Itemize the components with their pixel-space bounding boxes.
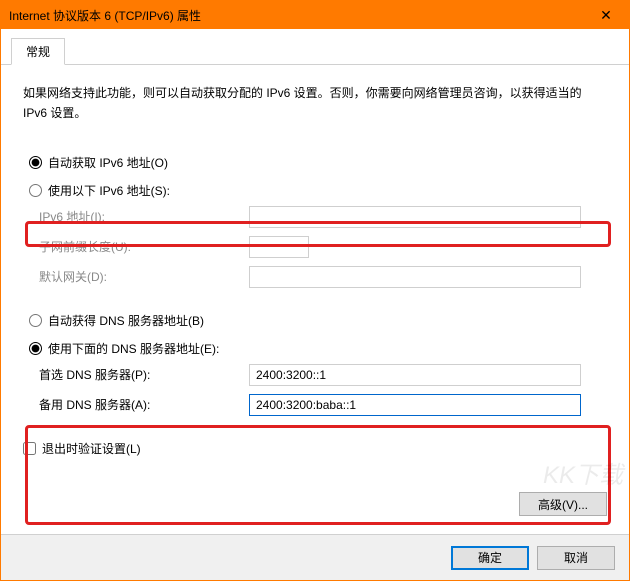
dns-preferred-row: 首选 DNS 服务器(P): bbox=[39, 360, 607, 390]
tab-general[interactable]: 常规 bbox=[11, 38, 65, 65]
dns-auto-radio-row[interactable]: 自动获得 DNS 服务器地址(B) bbox=[29, 310, 607, 332]
ok-button[interactable]: 确定 bbox=[451, 546, 529, 570]
ip-prefix-input bbox=[249, 236, 309, 258]
window: Internet 协议版本 6 (TCP/IPv6) 属性 ✕ 常规 如果网络支… bbox=[0, 0, 630, 581]
validate-row[interactable]: 退出时验证设置(L) bbox=[23, 440, 607, 457]
dns-manual-radio-row[interactable]: 使用下面的 DNS 服务器地址(E): bbox=[29, 338, 607, 360]
ip-manual-radio-row[interactable]: 使用以下 IPv6 地址(S): bbox=[29, 180, 607, 202]
dns-preferred-input[interactable] bbox=[249, 364, 581, 386]
close-icon[interactable]: ✕ bbox=[583, 1, 629, 29]
titlebar: Internet 协议版本 6 (TCP/IPv6) 属性 ✕ bbox=[1, 1, 629, 29]
validate-label: 退出时验证设置(L) bbox=[42, 440, 141, 457]
dns-manual-label: 使用下面的 DNS 服务器地址(E): bbox=[48, 340, 219, 357]
watermark: KK下载 bbox=[543, 455, 623, 490]
ip-manual-radio[interactable] bbox=[29, 184, 42, 197]
ip-prefix-row: 子网前缀长度(U): bbox=[39, 232, 607, 262]
ip-section: 自动获取 IPv6 地址(O) 使用以下 IPv6 地址(S): IPv6 地址… bbox=[23, 152, 607, 292]
ip-address-label: IPv6 地址(I): bbox=[39, 208, 249, 225]
dns-section: 自动获得 DNS 服务器地址(B) 使用下面的 DNS 服务器地址(E): 首选… bbox=[23, 310, 607, 420]
footer: 确定 取消 bbox=[1, 534, 629, 580]
validate-checkbox[interactable] bbox=[23, 442, 36, 455]
dns-auto-label: 自动获得 DNS 服务器地址(B) bbox=[48, 312, 204, 329]
ip-address-input bbox=[249, 206, 581, 228]
dns-preferred-label: 首选 DNS 服务器(P): bbox=[39, 366, 249, 383]
dns-alternate-label: 备用 DNS 服务器(A): bbox=[39, 396, 249, 413]
dns-alternate-row: 备用 DNS 服务器(A): bbox=[39, 390, 607, 420]
advanced-area: 高级(V)... bbox=[519, 492, 607, 516]
advanced-button[interactable]: 高级(V)... bbox=[519, 492, 607, 516]
ip-address-row: IPv6 地址(I): bbox=[39, 202, 607, 232]
ip-auto-radio[interactable] bbox=[29, 156, 42, 169]
ip-gateway-label: 默认网关(D): bbox=[39, 268, 249, 285]
dns-manual-radio[interactable] bbox=[29, 342, 42, 355]
dns-auto-radio[interactable] bbox=[29, 314, 42, 327]
ip-auto-label: 自动获取 IPv6 地址(O) bbox=[48, 154, 168, 171]
ip-manual-label: 使用以下 IPv6 地址(S): bbox=[48, 182, 170, 199]
tab-strip: 常规 bbox=[1, 29, 629, 65]
ip-gateway-row: 默认网关(D): bbox=[39, 262, 607, 292]
cancel-button[interactable]: 取消 bbox=[537, 546, 615, 570]
description-text: 如果网络支持此功能，则可以自动获取分配的 IPv6 设置。否则，你需要向网络管理… bbox=[23, 83, 607, 124]
dns-alternate-input[interactable] bbox=[249, 394, 581, 416]
window-title: Internet 协议版本 6 (TCP/IPv6) 属性 bbox=[9, 7, 583, 24]
ip-auto-radio-row[interactable]: 自动获取 IPv6 地址(O) bbox=[29, 152, 607, 174]
content-area: 如果网络支持此功能，则可以自动获取分配的 IPv6 设置。否则，你需要向网络管理… bbox=[1, 65, 629, 534]
ip-prefix-label: 子网前缀长度(U): bbox=[39, 238, 249, 255]
ip-gateway-input bbox=[249, 266, 581, 288]
